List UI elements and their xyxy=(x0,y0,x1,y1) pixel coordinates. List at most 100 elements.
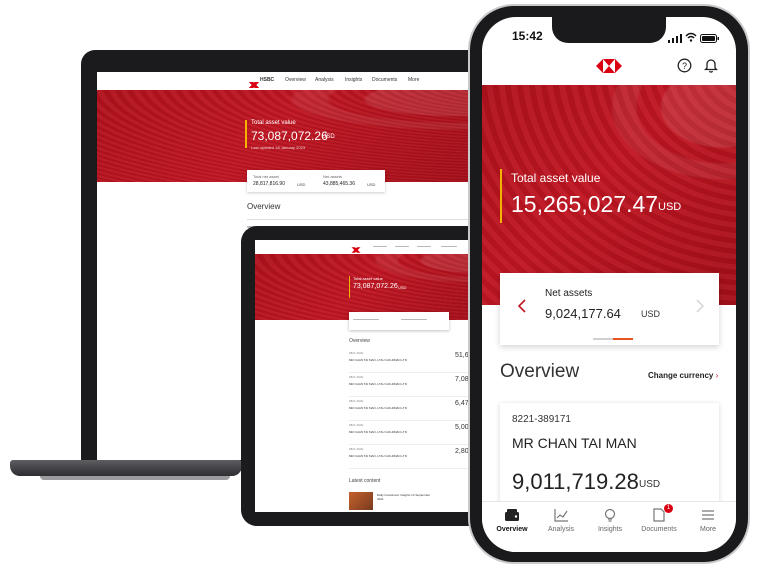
account-name: MR CHAN TAI MAN xyxy=(512,435,637,451)
phone-hero-label: Total asset value xyxy=(511,171,601,185)
laptop-overview-title: Overview xyxy=(247,202,281,211)
list-item-caption: 0821-0000 xyxy=(349,399,364,403)
wifi-icon xyxy=(685,29,697,42)
documents-badge: 1 xyxy=(664,504,673,513)
overview-title: Overview xyxy=(500,361,580,382)
chevron-right-icon[interactable] xyxy=(696,299,705,313)
bell-icon[interactable] xyxy=(703,57,719,73)
laptop-summary-card: Total net asset 28,817,816.90 USD Net as… xyxy=(247,170,385,192)
tab-overview[interactable]: Overview xyxy=(488,508,536,546)
tablet-nav-item[interactable] xyxy=(417,246,431,247)
list-item-name: MR CHAN TAI MAN, LTAU GOLDMAN LTD xyxy=(349,406,407,410)
tab-analysis-label: Analysis xyxy=(547,526,575,533)
tablet-latest-thumbnail[interactable] xyxy=(349,492,373,510)
net-assets-currency: USD xyxy=(641,309,661,319)
tablet-overview-title: Overview xyxy=(349,338,370,344)
change-currency-label[interactable]: Change currency xyxy=(648,371,713,380)
laptop-hero-accent xyxy=(245,120,247,148)
tablet-hero-value: 73,087,072.26 xyxy=(353,283,398,290)
laptop-base-shadow xyxy=(40,476,230,480)
app-header: ? xyxy=(482,49,736,85)
change-currency-link[interactable]: Change currency › xyxy=(648,371,718,380)
tablet-summary-card xyxy=(349,312,449,330)
carousel-indicator-active xyxy=(613,338,633,340)
list-item-caption: 0821-0000 xyxy=(349,423,364,427)
chevron-right-icon: › xyxy=(715,371,719,380)
list-item-name: MR CHAN TAI MAN, LTAU GOLDMAN LTD xyxy=(349,454,407,458)
bottom-tab-bar: Overview Analysis Insights 1 Documents M… xyxy=(482,501,736,552)
laptop-nav-documents[interactable]: Documents xyxy=(372,77,397,83)
hsbc-logo-icon xyxy=(596,59,622,73)
phone-hero-value: 15,265,027.47 xyxy=(511,191,659,217)
laptop-hero: Total asset value 73,087,072.26 USD Last… xyxy=(97,90,477,182)
net-assets-label: Net assets xyxy=(545,288,593,299)
tab-documents-label: Documents xyxy=(641,526,677,533)
laptop-card-right-currency: USD xyxy=(367,182,376,187)
list-item-caption: 0821-0000 xyxy=(349,375,364,379)
signal-icon xyxy=(668,30,682,43)
laptop-card-right-label: Net assets xyxy=(323,174,342,179)
account-value: 9,011,719.28 xyxy=(512,469,639,494)
laptop-card-right-value: 43,885,465.36 xyxy=(323,181,355,187)
tablet-nav-item[interactable] xyxy=(373,246,387,247)
tablet-logo-icon xyxy=(351,247,361,253)
list-item-caption: 0821-0000 xyxy=(349,351,364,355)
account-currency: USD xyxy=(639,479,661,490)
laptop-hero-currency: USD xyxy=(322,134,335,140)
laptop-card-left-currency: USD xyxy=(297,182,306,187)
laptop-card-left-label: Total net asset xyxy=(253,174,279,179)
menu-icon xyxy=(700,508,716,522)
phone-hero: Total asset value 15,265,027.47 USD xyxy=(482,85,736,305)
list-item[interactable]: 0821-0000 MR CHAN TAI MAN, LTAU GOLDMAN … xyxy=(349,348,490,373)
tablet-latest-item[interactable]: Daily Investment Insights 14 September 2… xyxy=(377,493,437,501)
phone-hero-currency: USD xyxy=(658,201,682,213)
tablet-nav-item[interactable] xyxy=(441,246,457,247)
list-item[interactable]: 0821-0000 MR CHAN TAI MAN, LTAU GOLDMAN … xyxy=(349,372,490,397)
laptop-divider xyxy=(247,219,477,220)
list-item[interactable]: 0821-0000 MR CHAN TAI MAN, LTAU GOLDMAN … xyxy=(349,420,490,445)
tablet-card-left-line xyxy=(353,319,379,320)
tablet-hero: Total asset value 73,087,072.26 USD xyxy=(255,254,490,320)
carousel-indicator xyxy=(593,338,613,340)
tab-insights[interactable]: Insights xyxy=(586,508,634,546)
laptop-hero-updated: Last updated 18 January 2023 xyxy=(251,145,306,150)
tab-analysis[interactable]: Analysis xyxy=(537,508,585,546)
list-item-caption: 0821-0000 xyxy=(349,447,364,451)
tablet-hero-label: Total asset value xyxy=(353,276,383,281)
svg-text:?: ? xyxy=(682,61,687,71)
laptop-card-left-value: 28,817,816.90 xyxy=(253,181,285,187)
status-time: 15:42 xyxy=(512,29,543,43)
laptop-base xyxy=(10,460,242,476)
wallet-icon xyxy=(504,508,520,522)
laptop-nav-analysis[interactable]: Analysis xyxy=(315,77,334,83)
tablet-screen: Total asset value 73,087,072.26 USD Over… xyxy=(255,240,490,512)
tab-documents[interactable]: 1 Documents xyxy=(635,504,683,546)
phone-hero-accent xyxy=(500,169,502,223)
list-item-name: MR CHAN TAI MAN, LTAU GOLDMAN LTD xyxy=(349,382,407,386)
laptop-nav-overview[interactable]: Overview xyxy=(285,77,306,83)
battery-icon xyxy=(700,30,720,43)
laptop-nav: HSBC Overview Analysis Insights Document… xyxy=(97,72,477,91)
chevron-left-icon[interactable] xyxy=(517,299,526,313)
phone-screen: 15:42 ? Total asset value 15,265,027.47 … xyxy=(482,17,736,552)
account-card[interactable]: 8221-389171 MR CHAN TAI MAN 9,011,719.28… xyxy=(500,403,719,513)
list-item[interactable]: 0821-0000 MR CHAN TAI MAN, LTAU GOLDMAN … xyxy=(349,396,490,421)
list-item-name: MR CHAN TAI MAN, LTAU GOLDMAN LTD xyxy=(349,358,407,362)
tablet-latest-title: Latest content xyxy=(349,478,381,484)
phone-notch xyxy=(552,17,666,43)
tab-more-label: More xyxy=(700,526,716,533)
laptop-nav-insights[interactable]: Insights xyxy=(345,77,362,83)
tablet-nav-item[interactable] xyxy=(395,246,409,247)
list-item-name: MR CHAN TAI MAN, LTAU GOLDMAN LTD xyxy=(349,430,407,434)
tablet-nav xyxy=(255,240,490,254)
list-item[interactable]: 0821-0000 MR CHAN TAI MAN, LTAU GOLDMAN … xyxy=(349,444,490,469)
tablet-hero-currency: USD xyxy=(398,285,407,290)
tablet-account-list: 0821-0000 MR CHAN TAI MAN, LTAU GOLDMAN … xyxy=(349,348,490,478)
tab-more[interactable]: More xyxy=(684,508,732,546)
tablet-hero-accent xyxy=(349,276,350,298)
laptop-nav-more[interactable]: More xyxy=(408,77,419,83)
account-number: 8221-389171 xyxy=(512,414,571,425)
help-icon[interactable]: ? xyxy=(677,58,692,73)
laptop-hero-value: 73,087,072.26 xyxy=(251,129,328,143)
net-assets-value: 9,024,177.64 xyxy=(545,306,621,321)
